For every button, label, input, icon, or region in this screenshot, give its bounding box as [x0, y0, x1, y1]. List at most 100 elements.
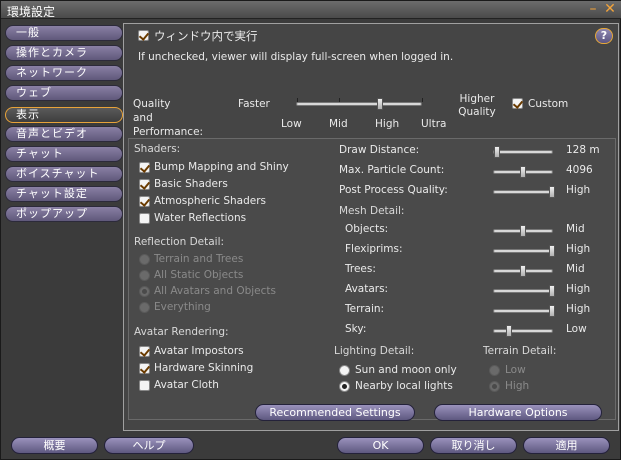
draw-distance-label: Draw Distance:	[339, 144, 420, 156]
tick-mid: Mid	[329, 118, 348, 130]
fullscreen-hint: If unchecked, viewer will display full-s…	[138, 51, 454, 63]
sidebar-item-voice-chat[interactable]: ボイスチャット	[5, 166, 123, 182]
reflection-avatars-radio[interactable]	[139, 286, 150, 297]
atmospheric-shaders-checkbox[interactable]	[139, 196, 150, 207]
tick-high: High	[375, 118, 400, 130]
sidebar-item-web[interactable]: ウェブ	[5, 85, 123, 101]
lighting-sun-moon-radio[interactable]	[339, 365, 350, 376]
cancel-button[interactable]: 取り消し	[430, 437, 517, 454]
avatar-rendering-heading: Avatar Rendering:	[134, 326, 229, 338]
reflection-terrain-radio[interactable]	[139, 254, 150, 265]
basic-shaders-checkbox[interactable]	[139, 179, 150, 190]
sidebar-item-chat[interactable]: チャット	[5, 146, 123, 162]
sidebar-item-graphics[interactable]: 表示	[5, 107, 123, 123]
reflection-static-radio[interactable]	[139, 270, 150, 281]
mesh-flexiprims-label: Flexiprims:	[345, 243, 403, 255]
mesh-flexiprims-value: High	[566, 243, 591, 255]
terrain-high-radio[interactable]	[489, 381, 500, 392]
mesh-objects-thumb[interactable]	[520, 225, 526, 237]
mesh-trees-label: Trees:	[345, 263, 376, 275]
post-process-thumb[interactable]	[549, 186, 555, 198]
minimize-icon[interactable]: –	[586, 2, 600, 16]
higher-quality-label: Higher Quality	[458, 93, 496, 118]
sidebar-item-popups[interactable]: ポップアップ	[5, 206, 123, 222]
mesh-avatars-slider[interactable]	[493, 285, 555, 297]
mesh-trees-value: Mid	[566, 263, 585, 275]
help-button[interactable]: ?	[595, 28, 613, 44]
help-bottom-button[interactable]: ヘルプ	[104, 437, 194, 454]
particle-count-value: 4096	[566, 164, 593, 176]
custom-checkbox[interactable]	[512, 98, 523, 109]
mesh-avatars-thumb[interactable]	[549, 285, 555, 297]
avatar-cloth-label: Avatar Cloth	[154, 379, 219, 391]
mesh-objects-label: Objects:	[345, 223, 389, 235]
terrain-low-radio[interactable]	[489, 365, 500, 376]
mesh-flexiprims-slider[interactable]	[493, 245, 555, 257]
mesh-objects-slider[interactable]	[493, 225, 553, 237]
particle-count-slider[interactable]	[493, 166, 553, 178]
tick-ultra: Ultra	[421, 118, 447, 130]
mesh-trees-thumb[interactable]	[520, 265, 526, 277]
draw-distance-value: 128 m	[566, 144, 600, 156]
sidebar-item-general[interactable]: 一般	[5, 25, 123, 41]
reflection-static-label: All Static Objects	[154, 269, 244, 281]
mesh-detail-heading: Mesh Detail:	[339, 205, 405, 217]
post-process-label: Post Process Quality:	[339, 184, 448, 196]
custom-settings-group: Shaders: Bump Mapping and Shiny Basic Sh…	[128, 138, 616, 420]
hardware-skinning-label: Hardware Skinning	[154, 362, 254, 374]
windowed-checkbox[interactable]	[138, 30, 149, 41]
bump-mapping-checkbox[interactable]	[139, 162, 150, 173]
lighting-sun-moon-label: Sun and moon only	[355, 364, 457, 376]
quality-slider[interactable]	[296, 98, 423, 110]
mesh-terrain-slider[interactable]	[493, 305, 555, 317]
mesh-sky-value: Low	[566, 323, 587, 335]
reflection-avatars-label: All Avatars and Objects	[154, 285, 277, 297]
draw-distance-thumb[interactable]	[493, 146, 500, 158]
reflection-everything-label: Everything	[154, 301, 211, 313]
mesh-avatars-value: High	[566, 283, 591, 295]
avatar-cloth-checkbox[interactable]	[139, 380, 150, 391]
sidebar-item-network[interactable]: ネットワーク	[5, 65, 123, 81]
mesh-sky-thumb[interactable]	[505, 325, 512, 337]
recommended-settings-button[interactable]: Recommended Settings	[255, 404, 415, 421]
avatar-impostors-checkbox[interactable]	[139, 346, 150, 357]
sidebar-item-chat-settings[interactable]: チャット設定	[5, 186, 123, 202]
water-reflections-checkbox[interactable]	[139, 213, 150, 224]
close-icon[interactable]: ✕	[603, 2, 617, 16]
window-title: 環境設定	[7, 5, 56, 19]
terrain-low-label: Low	[505, 364, 526, 376]
post-process-slider[interactable]	[493, 186, 555, 198]
mesh-avatars-label: Avatars:	[345, 283, 389, 295]
lighting-local-radio[interactable]	[339, 381, 350, 392]
sidebar-item-audio-video[interactable]: 音声とビデオ	[5, 126, 123, 142]
quality-label: Quality and Performance:	[133, 98, 204, 138]
draw-distance-slider[interactable]	[493, 146, 553, 158]
mesh-sky-slider[interactable]	[493, 325, 553, 337]
bump-mapping-label: Bump Mapping and Shiny	[154, 161, 289, 173]
mesh-sky-label: Sky:	[345, 323, 367, 335]
atmospheric-shaders-label: Atmospheric Shaders	[154, 195, 267, 207]
about-button[interactable]: 概要	[11, 437, 98, 454]
mesh-flexiprims-thumb[interactable]	[549, 245, 555, 257]
mesh-terrain-thumb[interactable]	[549, 305, 555, 317]
title-bar[interactable]: 環境設定 – ✕	[1, 1, 621, 19]
hardware-skinning-checkbox[interactable]	[139, 363, 150, 374]
particle-count-thumb[interactable]	[520, 166, 526, 178]
sidebar-item-input-camera[interactable]: 操作とカメラ	[5, 45, 123, 61]
water-reflections-label: Water Reflections	[154, 212, 247, 224]
mesh-trees-slider[interactable]	[493, 265, 553, 277]
lighting-local-label: Nearby local lights	[355, 380, 453, 392]
mesh-terrain-label: Terrain:	[345, 303, 385, 315]
ok-button[interactable]: OK	[337, 437, 424, 454]
reflection-everything-radio[interactable]	[139, 302, 150, 313]
lighting-detail-heading: Lighting Detail:	[334, 345, 415, 357]
hardware-options-button[interactable]: Hardware Options	[434, 404, 602, 421]
apply-button[interactable]: 適用	[523, 437, 610, 454]
windowed-label: ウィンドウ内で実行	[154, 29, 258, 43]
terrain-high-label: High	[505, 380, 530, 392]
reflection-terrain-label: Terrain and Trees	[154, 253, 244, 265]
quality-slider-thumb[interactable]	[376, 98, 383, 110]
faster-label: Faster	[238, 98, 270, 110]
mesh-objects-value: Mid	[566, 223, 585, 235]
basic-shaders-label: Basic Shaders	[154, 178, 228, 190]
